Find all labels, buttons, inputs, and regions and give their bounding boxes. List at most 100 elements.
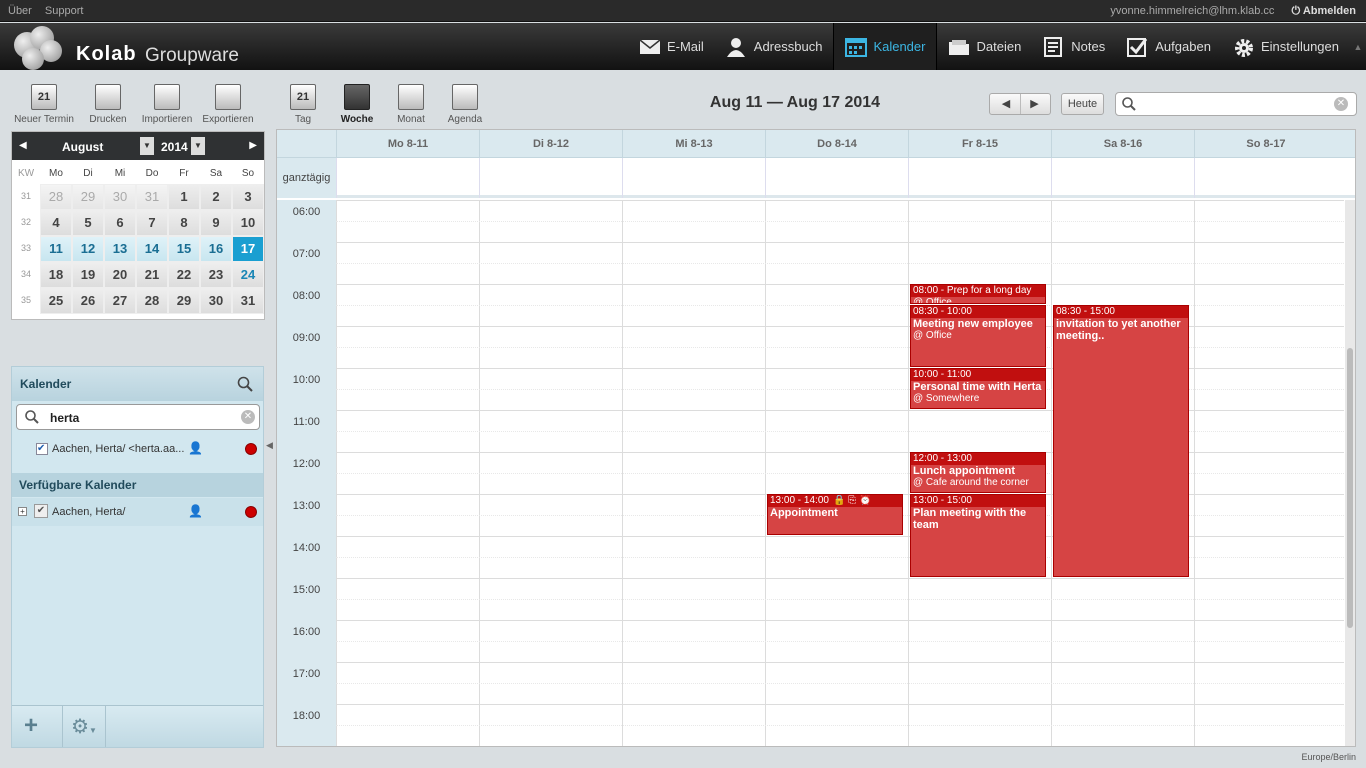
available-calendar-item[interactable]: + ✔ Aachen, Herta/ 👤 (12, 498, 263, 526)
nav-more-icon[interactable]: ▲ (1350, 23, 1366, 70)
day-header[interactable]: Do 8-14 (765, 130, 908, 158)
mini-calendar-day[interactable]: 28 (40, 184, 72, 210)
mini-calendar-day[interactable]: 6 (104, 210, 136, 236)
next-month-icon[interactable]: ▶ (249, 140, 257, 151)
scrollbar-thumb[interactable] (1347, 348, 1353, 628)
new-event-button[interactable]: 21 Neuer Termin (12, 84, 76, 125)
month-dropdown-icon[interactable]: ▼ (140, 137, 154, 155)
calendar-event[interactable]: 13:00 - 14:00 🔒 ⎘ ⏰ Appointment (767, 494, 903, 535)
day-header[interactable]: Mo 8-11 (336, 130, 479, 158)
calendar-event[interactable]: 08:30 - 10:00 Meeting new employee @ Offic… (910, 305, 1046, 367)
add-calendar-button[interactable]: + (24, 712, 38, 740)
calendar-event[interactable]: 13:00 - 15:00 Plan meeting with the team (910, 494, 1046, 577)
day-header[interactable]: Fr 8-15 (908, 130, 1051, 158)
next-week-button[interactable]: ▶ (1020, 94, 1048, 114)
logout-button[interactable]: ⏻ Abmelden (1291, 5, 1356, 17)
mini-calendar-day[interactable]: 24 (232, 262, 264, 288)
mini-calendar-day[interactable]: 27 (104, 288, 136, 314)
checkbox-icon[interactable]: ✔ (34, 504, 48, 518)
today-button[interactable]: Heute (1061, 93, 1104, 115)
print-button[interactable]: Drucken (88, 84, 128, 125)
calendar-search-icon[interactable] (237, 376, 253, 392)
mini-calendar-day[interactable]: 21 (136, 262, 168, 288)
mini-calendar-day[interactable]: 9 (200, 210, 232, 236)
allday-cell[interactable] (622, 158, 765, 198)
collapse-sidebar-icon[interactable]: ◀ (266, 440, 273, 451)
nav-notes[interactable]: Notes (1032, 23, 1116, 70)
mini-calendar-day[interactable]: 29 (72, 184, 104, 210)
mini-calendar-day[interactable]: 7 (136, 210, 168, 236)
mini-calendar-day[interactable]: 30 (104, 184, 136, 210)
mini-calendar-day[interactable]: 5 (72, 210, 104, 236)
import-button[interactable]: Importieren (139, 84, 195, 125)
month-select[interactable]: August (62, 140, 103, 154)
nav-email[interactable]: E-Mail (628, 23, 715, 70)
calendar-event[interactable]: 08:00 - Prep for a long day @ Office (910, 284, 1046, 304)
mini-calendar-day[interactable]: 29 (168, 288, 200, 314)
allday-cell[interactable] (1194, 158, 1337, 198)
event-search-input[interactable]: ✕ (1115, 92, 1357, 116)
mini-calendar-day[interactable]: 28 (136, 288, 168, 314)
mini-calendar-day[interactable]: 12 (72, 236, 104, 262)
mini-calendar-day[interactable]: 17 (232, 236, 264, 262)
expand-icon[interactable]: + (18, 507, 27, 516)
prev-week-button[interactable]: ◀ (992, 94, 1020, 114)
year-dropdown-icon[interactable]: ▼ (191, 137, 205, 155)
calendar-search-input[interactable]: herta ✕ (16, 404, 260, 430)
nav-addressbook[interactable]: Adressbuch (715, 23, 834, 70)
mini-calendar-day[interactable]: 31 (232, 288, 264, 314)
day-header[interactable]: Sa 8-16 (1051, 130, 1194, 158)
mini-calendar-day[interactable]: 15 (168, 236, 200, 262)
allday-cell[interactable] (1051, 158, 1194, 198)
mini-calendar-day[interactable]: 22 (168, 262, 200, 288)
day-header[interactable]: Di 8-12 (479, 130, 622, 158)
allday-cell[interactable] (336, 158, 479, 198)
scrollbar[interactable] (1345, 200, 1355, 746)
allday-cell[interactable] (908, 158, 1051, 198)
checkbox-checked-icon[interactable]: ✔ (36, 443, 48, 455)
view-week-button[interactable]: Woche (338, 84, 376, 125)
nav-calendar[interactable]: Kalender (833, 23, 938, 70)
mini-calendar-day[interactable]: 4 (40, 210, 72, 236)
mini-calendar-day[interactable]: 1 (168, 184, 200, 210)
mini-calendar-day[interactable]: 25 (40, 288, 72, 314)
calendar-event[interactable]: 08:30 - 15:00 invitation to yet another m… (1053, 305, 1189, 577)
mini-calendar-day[interactable]: 18 (40, 262, 72, 288)
mini-calendar-day[interactable]: 14 (136, 236, 168, 262)
mini-calendar-day[interactable]: 16 (200, 236, 232, 262)
calendar-search-result[interactable]: ✔ Aachen, Herta/ <herta.aa... 👤 (12, 435, 263, 463)
view-day-button[interactable]: 21 Tag (288, 84, 318, 125)
time-grid[interactable]: 06:00 07:00 08:00 09:00 10:00 11:00 12:00 13:00… (277, 200, 1355, 746)
about-link[interactable]: Über (8, 5, 32, 17)
clear-search-icon[interactable]: ✕ (241, 410, 255, 424)
support-link[interactable]: Support (45, 5, 84, 17)
nav-settings[interactable]: Einstellungen (1222, 23, 1350, 70)
mini-calendar-day[interactable]: 30 (200, 288, 232, 314)
nav-files[interactable]: Dateien (937, 23, 1032, 70)
mini-calendar-day[interactable]: 19 (72, 262, 104, 288)
mini-calendar-day[interactable]: 31 (136, 184, 168, 210)
mini-calendar-day[interactable]: 8 (168, 210, 200, 236)
export-button[interactable]: Exportieren (200, 84, 256, 125)
mini-calendar-day[interactable]: 26 (72, 288, 104, 314)
kolab-logo[interactable]: Kolab Groupware (12, 26, 252, 74)
mini-calendar-day[interactable]: 11 (40, 236, 72, 262)
year-select[interactable]: 2014 (161, 140, 188, 154)
mini-calendar-day[interactable]: 20 (104, 262, 136, 288)
day-header[interactable]: Mi 8-13 (622, 130, 765, 158)
allday-cell[interactable] (479, 158, 622, 198)
mini-calendar-day[interactable]: 23 (200, 262, 232, 288)
prev-month-icon[interactable]: ◀ (19, 140, 27, 151)
allday-cell[interactable] (765, 158, 908, 198)
mini-calendar-day[interactable]: 3 (232, 184, 264, 210)
mini-calendar-day[interactable]: 10 (232, 210, 264, 236)
calendar-event[interactable]: 10:00 - 11:00 Personal time with Herta @ S… (910, 368, 1046, 409)
calendar-event[interactable]: 12:00 - 13:00 Lunch appointment @ Cafe aro… (910, 452, 1046, 493)
clear-search-icon[interactable]: ✕ (1334, 97, 1348, 111)
mini-calendar-day[interactable]: 2 (200, 184, 232, 210)
view-agenda-button[interactable]: Agenda (446, 84, 484, 125)
nav-tasks[interactable]: Aufgaben (1116, 23, 1222, 70)
view-month-button[interactable]: Monat (395, 84, 427, 125)
mini-calendar-day[interactable]: 13 (104, 236, 136, 262)
day-header[interactable]: So 8-17 (1194, 130, 1337, 158)
